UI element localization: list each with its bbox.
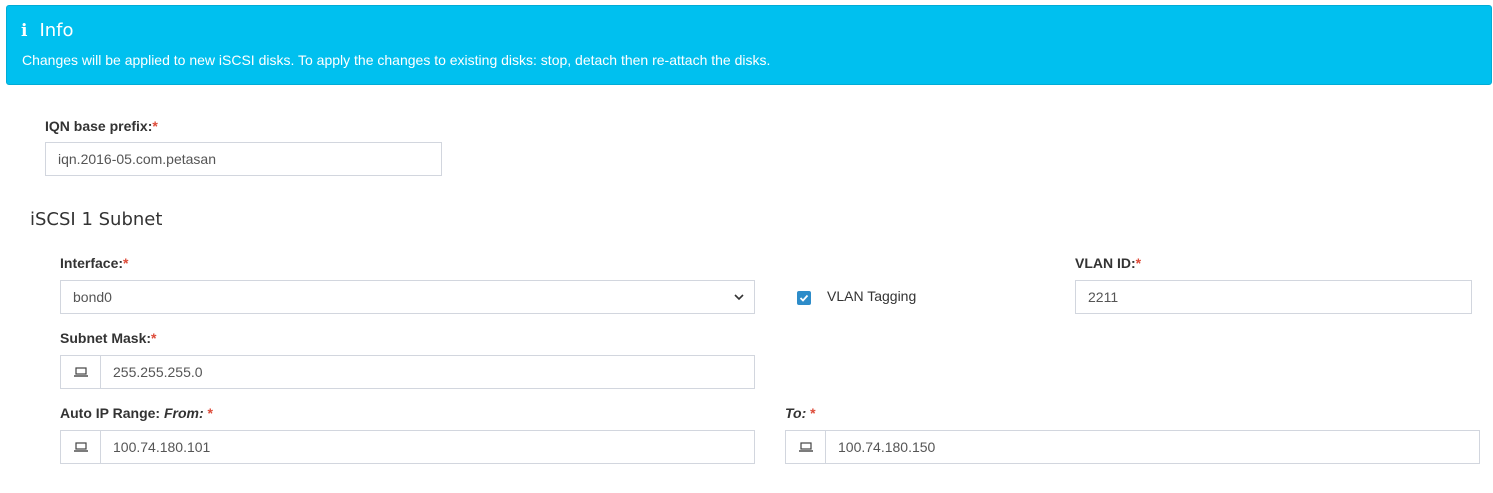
ip-from-addon xyxy=(60,430,101,464)
iqn-label: IQN base prefix:* xyxy=(45,118,158,134)
laptop-icon xyxy=(798,442,813,452)
subnet-mask-label: Subnet Mask:* xyxy=(60,330,156,346)
section-title: iSCSI 1 Subnet xyxy=(30,209,163,230)
vlan-id-label-text: VLAN ID: xyxy=(1075,255,1136,271)
vlan-id-label: VLAN ID:* xyxy=(1075,255,1141,271)
laptop-icon xyxy=(73,367,88,377)
ip-from-group: 100.74.180.101 xyxy=(60,430,755,464)
ip-to-label-text: To: xyxy=(785,405,807,421)
vlan-id-input-value: 2211 xyxy=(1088,289,1119,305)
interface-select-value: bond0 xyxy=(73,289,112,305)
info-title: i Info xyxy=(21,20,74,41)
ip-from-value: 100.74.180.101 xyxy=(113,439,211,455)
check-icon xyxy=(799,294,809,302)
subnet-mask-value: 255.255.255.0 xyxy=(113,364,203,380)
info-callout: i Info Changes will be applied to new iS… xyxy=(6,5,1492,85)
subnet-mask-group: 255.255.255.0 xyxy=(60,355,755,389)
subnet-mask-addon xyxy=(60,355,101,389)
ip-to-label: To: * xyxy=(785,405,816,421)
required-marker: * xyxy=(207,405,213,421)
ip-to-group: 100.74.180.150 xyxy=(785,430,1480,464)
interface-label: Interface:* xyxy=(60,255,128,271)
ip-to-value: 100.74.180.150 xyxy=(838,439,936,455)
ip-from-input[interactable]: 100.74.180.101 xyxy=(101,430,755,464)
vlan-tagging-label: VLAN Tagging xyxy=(827,288,917,304)
interface-label-text: Interface: xyxy=(60,255,124,271)
ip-range-from-label: From: xyxy=(163,405,204,421)
laptop-icon xyxy=(73,442,88,452)
iqn-label-text: IQN base prefix: xyxy=(45,118,153,134)
vlan-id-input[interactable]: 2211 xyxy=(1075,280,1472,314)
ip-range-label-text: Auto IP Range: xyxy=(60,405,164,421)
required-marker: * xyxy=(123,255,129,271)
info-message: Changes will be applied to new iSCSI dis… xyxy=(22,52,771,68)
subnet-mask-input[interactable]: 255.255.255.0 xyxy=(101,355,755,389)
ip-range-label: Auto IP Range: From: * xyxy=(60,405,213,421)
required-marker: * xyxy=(151,330,157,346)
subnet-mask-label-text: Subnet Mask: xyxy=(60,330,152,346)
ip-to-input[interactable]: 100.74.180.150 xyxy=(826,430,1480,464)
iqn-input-value: iqn.2016-05.com.petasan xyxy=(58,151,216,167)
ip-to-addon xyxy=(785,430,826,464)
interface-select[interactable]: bond0 xyxy=(60,280,755,314)
info-title-text: Info xyxy=(39,20,74,41)
vlan-tagging-checkbox[interactable] xyxy=(797,291,811,305)
info-icon: i xyxy=(21,20,28,41)
required-marker: * xyxy=(152,118,158,134)
iqn-input[interactable]: iqn.2016-05.com.petasan xyxy=(45,142,442,176)
chevron-down-icon xyxy=(734,294,744,301)
required-marker: * xyxy=(1135,255,1142,271)
required-marker: * xyxy=(810,405,816,421)
